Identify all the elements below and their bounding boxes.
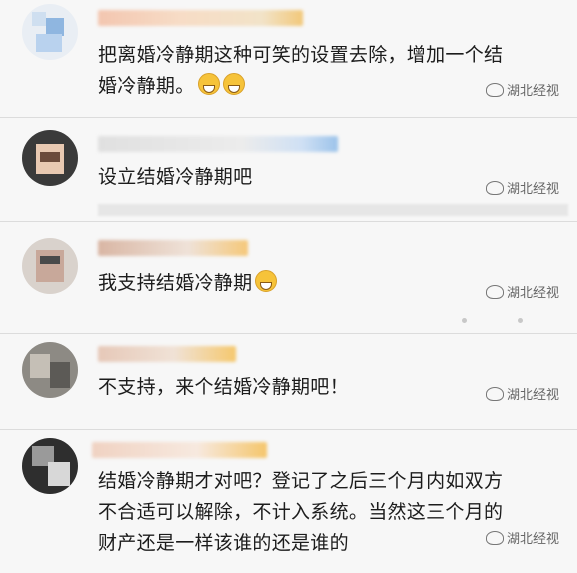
avatar[interactable] bbox=[22, 130, 78, 186]
broadcast-logo-icon bbox=[485, 387, 504, 401]
comment-card: 我支持结婚冷静期 湖北经视 bbox=[0, 222, 577, 334]
comment-text: 结婚冷静期才对吧？登记了之后三个月内如双方 不合适可以解除，不计入系统。当然这三… bbox=[98, 470, 504, 554]
comment-text: 把离婚冷静期这种可笑的设置去除，增加一个结 婚冷静期。 bbox=[98, 44, 504, 97]
broadcast-logo-icon bbox=[485, 531, 504, 545]
comment-text: 不支持，来个结婚冷静期吧！ bbox=[98, 376, 349, 398]
username-blurred bbox=[92, 442, 267, 458]
username-blurred bbox=[98, 346, 236, 362]
avatar[interactable] bbox=[22, 438, 78, 494]
watermark: 湖北经视 bbox=[485, 528, 559, 547]
broadcast-logo-icon bbox=[485, 83, 504, 97]
more-dot bbox=[462, 318, 467, 323]
broadcast-logo-icon bbox=[485, 285, 504, 299]
avatar[interactable] bbox=[22, 238, 78, 294]
watermark: 湖北经视 bbox=[485, 80, 559, 99]
comment-text: 我支持结婚冷静期 bbox=[98, 268, 278, 299]
grin-emoji bbox=[197, 73, 220, 95]
username-blurred bbox=[98, 10, 303, 26]
laugh-cry-emoji bbox=[255, 270, 278, 292]
comment-card: 不支持，来个结婚冷静期吧！ 湖北经视 bbox=[0, 334, 577, 430]
username-blurred bbox=[98, 136, 338, 152]
watermark: 湖北经视 bbox=[485, 282, 559, 301]
watermark: 湖北经视 bbox=[485, 384, 559, 403]
watermark: 湖北经视 bbox=[485, 178, 559, 197]
more-dot bbox=[518, 318, 523, 323]
comment-text: 设立结婚冷静期吧 bbox=[98, 166, 253, 188]
grin-emoji bbox=[222, 73, 245, 95]
avatar[interactable] bbox=[22, 4, 78, 60]
username-blurred bbox=[98, 240, 248, 256]
avatar[interactable] bbox=[22, 342, 78, 398]
comment-card: 设立结婚冷静期吧 湖北经视 bbox=[0, 118, 577, 222]
broadcast-logo-icon bbox=[485, 181, 504, 195]
blurred-footer bbox=[98, 204, 568, 216]
comment-card: 把离婚冷静期这种可笑的设置去除，增加一个结 婚冷静期。 湖北经视 bbox=[0, 0, 577, 118]
comment-card: 结婚冷静期才对吧？登记了之后三个月内如双方 不合适可以解除，不计入系统。当然这三… bbox=[0, 430, 577, 573]
